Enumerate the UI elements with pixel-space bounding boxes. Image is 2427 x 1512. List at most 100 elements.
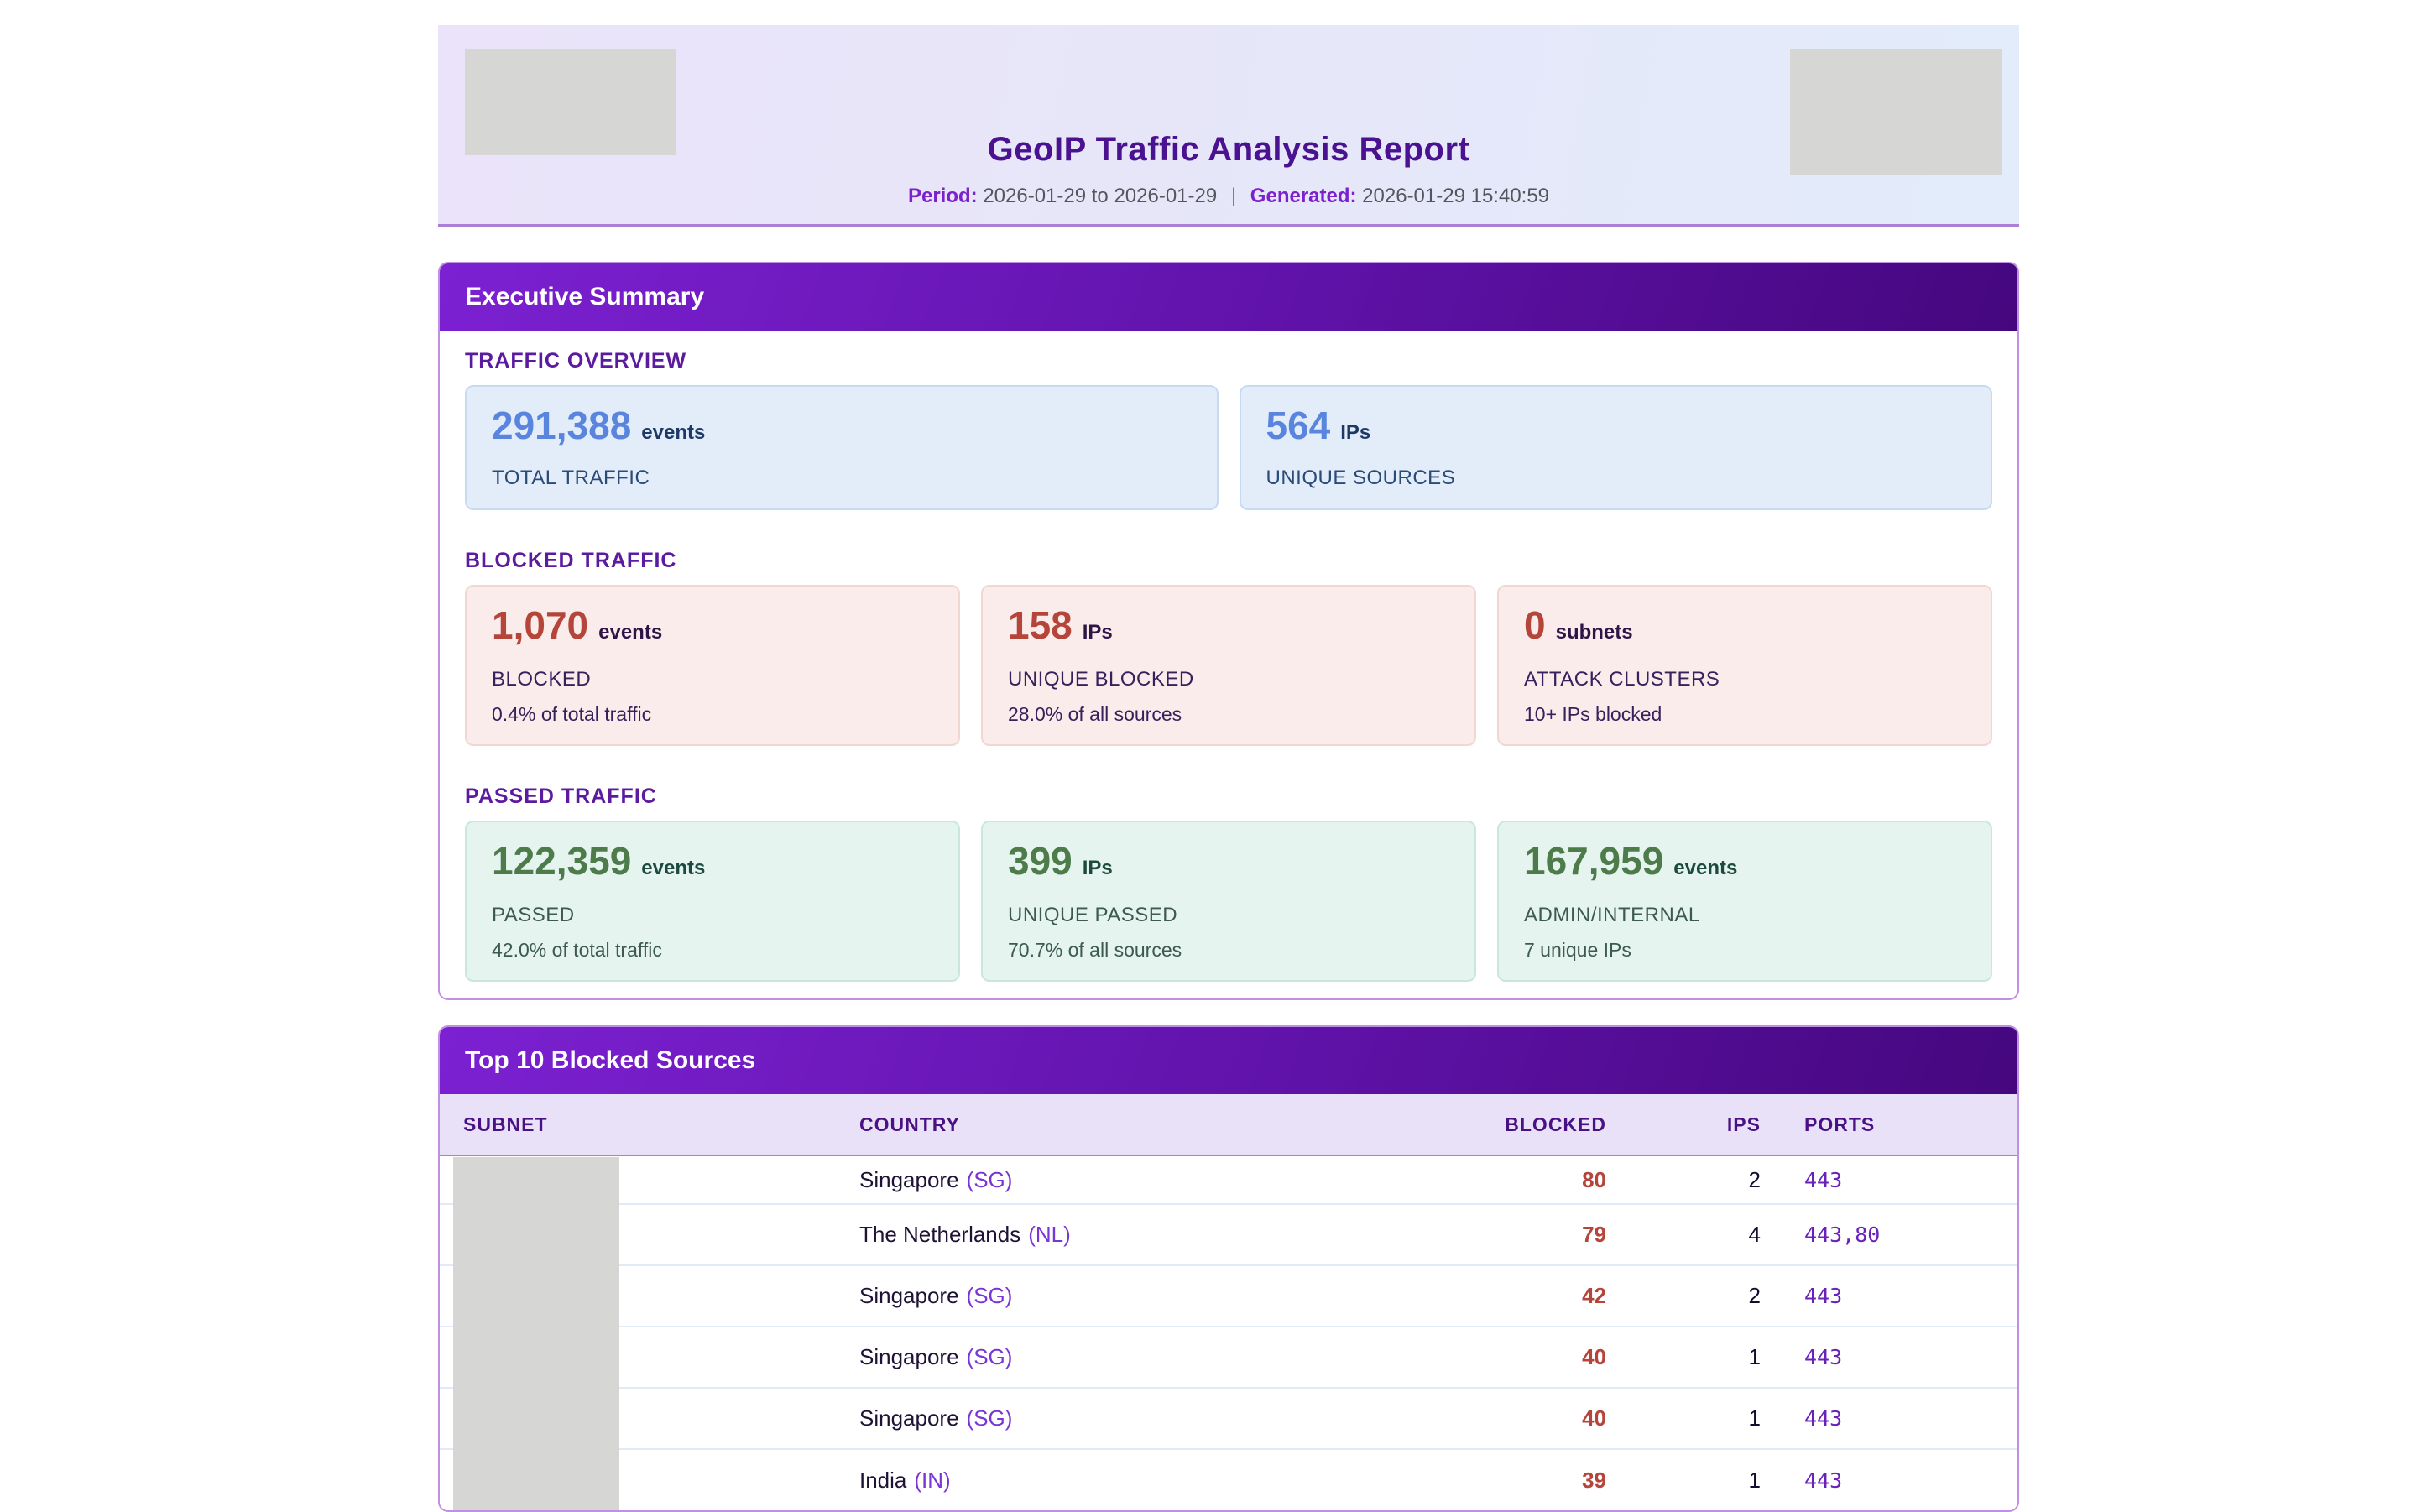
- stat-unit: events: [641, 413, 705, 453]
- logo-placeholder-left: [465, 49, 676, 155]
- passed-traffic-label: PASSED TRAFFIC: [465, 786, 1992, 807]
- cell-ports: 443: [1761, 1265, 2019, 1327]
- country-name: Singapore: [859, 1283, 959, 1308]
- stat-sub: 7 unique IPs: [1524, 939, 1965, 962]
- country-code: (SG): [967, 1344, 1013, 1369]
- traffic-overview-cards: 291,388 events TOTAL TRAFFIC 564 IPs UNI…: [465, 385, 1992, 510]
- stat-card-attack-clusters: 0 subnets ATTACK CLUSTERS 10+ IPs blocke…: [1497, 585, 1992, 746]
- stat-unit: events: [1673, 848, 1737, 889]
- cell-blocked: 40: [1447, 1327, 1606, 1388]
- column-header-ips: IPS: [1606, 1094, 1761, 1155]
- stat-card-passed: 122,359 events PASSED 42.0% of total tra…: [465, 821, 960, 982]
- blocked-sources-table: SUBNET COUNTRY BLOCKED IPS PORTS Singapo…: [440, 1094, 2019, 1510]
- country-name: India: [859, 1468, 906, 1493]
- country-code: (IN): [914, 1468, 950, 1493]
- cell-blocked: 80: [1447, 1155, 1606, 1204]
- cell-country: Singapore (SG): [859, 1327, 1447, 1388]
- cell-country: Singapore (SG): [859, 1265, 1447, 1327]
- report-meta: Period: 2026-01-29 to 2026-01-29 | Gener…: [438, 185, 2019, 208]
- stat-value: 291,388: [492, 405, 631, 446]
- stat-label: ADMIN/INTERNAL: [1524, 904, 1965, 927]
- country-name: The Netherlands: [859, 1222, 1020, 1247]
- blocked-traffic-label: BLOCKED TRAFFIC: [465, 550, 1992, 571]
- table-header-row: SUBNET COUNTRY BLOCKED IPS PORTS: [440, 1094, 2019, 1155]
- table-row: Singapore (SG) 42 2 443: [440, 1265, 2019, 1327]
- column-header-country: COUNTRY: [859, 1094, 1447, 1155]
- cell-blocked: 79: [1447, 1204, 1606, 1265]
- blocked-traffic-cards: 1,070 events BLOCKED 0.4% of total traff…: [465, 585, 1992, 746]
- cell-blocked: 40: [1447, 1388, 1606, 1449]
- stat-card-blocked: 1,070 events BLOCKED 0.4% of total traff…: [465, 585, 960, 746]
- country-code: (SG): [967, 1283, 1013, 1308]
- blocked-sources-title: Top 10 Blocked Sources: [440, 1027, 2017, 1094]
- stat-label: PASSED: [492, 904, 933, 927]
- column-header-subnet: SUBNET: [440, 1094, 859, 1155]
- logo-placeholder-right: [1790, 49, 2002, 175]
- cell-ips: 2: [1606, 1155, 1761, 1204]
- generated-label: Generated:: [1250, 185, 1357, 207]
- stat-value: 167,959: [1524, 841, 1663, 881]
- stat-unit: IPs: [1083, 848, 1113, 889]
- cell-ips: 1: [1606, 1388, 1761, 1449]
- table-row: Singapore (SG) 40 1 443: [440, 1388, 2019, 1449]
- stat-value: 122,359: [492, 841, 631, 881]
- cell-ports: 443: [1761, 1155, 2019, 1204]
- passed-traffic-cards: 122,359 events PASSED 42.0% of total tra…: [465, 821, 1992, 982]
- stat-card-unique-blocked: 158 IPs UNIQUE BLOCKED 28.0% of all sour…: [981, 585, 1476, 746]
- stat-value: 564: [1266, 405, 1331, 446]
- stat-value: 0: [1524, 605, 1546, 645]
- cell-ips: 1: [1606, 1327, 1761, 1388]
- page-header: GeoIP Traffic Analysis Report Period: 20…: [438, 25, 2019, 227]
- stat-sub: 10+ IPs blocked: [1524, 703, 1965, 726]
- country-code: (SG): [967, 1405, 1013, 1431]
- stat-label: UNIQUE PASSED: [1008, 904, 1449, 927]
- cell-blocked: 42: [1447, 1265, 1606, 1327]
- stat-sub: 70.7% of all sources: [1008, 939, 1449, 962]
- cell-ips: 1: [1606, 1449, 1761, 1510]
- stat-unit: events: [598, 613, 662, 653]
- cell-country: Singapore (SG): [859, 1155, 1447, 1204]
- stat-unit: subnets: [1556, 613, 1633, 653]
- cell-blocked: 39: [1447, 1449, 1606, 1510]
- generated-value: 2026-01-29 15:40:59: [1362, 185, 1549, 207]
- table-row: Singapore (SG) 40 1 443: [440, 1327, 2019, 1388]
- executive-summary-body: TRAFFIC OVERVIEW 291,388 events TOTAL TR…: [440, 351, 2017, 998]
- stat-label: TOTAL TRAFFIC: [492, 467, 1192, 490]
- cell-country: Singapore (SG): [859, 1388, 1447, 1449]
- country-code: (SG): [967, 1167, 1013, 1192]
- executive-summary-panel: Executive Summary TRAFFIC OVERVIEW 291,3…: [438, 262, 2019, 1000]
- column-header-blocked: BLOCKED: [1447, 1094, 1606, 1155]
- country-name: Singapore: [859, 1344, 959, 1369]
- stat-label: UNIQUE BLOCKED: [1008, 668, 1449, 691]
- stat-unit: events: [641, 848, 705, 889]
- cell-ips: 2: [1606, 1265, 1761, 1327]
- cell-ips: 4: [1606, 1204, 1761, 1265]
- cell-ports: 443: [1761, 1327, 2019, 1388]
- stat-card-total-traffic: 291,388 events TOTAL TRAFFIC: [465, 385, 1219, 510]
- cell-country: India (IN): [859, 1449, 1447, 1510]
- table-row: India (IN) 39 1 443: [440, 1449, 2019, 1510]
- stat-label: UNIQUE SOURCES: [1266, 467, 1966, 490]
- subnet-redaction-overlay: [453, 1157, 619, 1512]
- stat-card-unique-sources: 564 IPs UNIQUE SOURCES: [1240, 385, 1993, 510]
- stat-label: ATTACK CLUSTERS: [1524, 668, 1965, 691]
- period-value: 2026-01-29 to 2026-01-29: [983, 185, 1217, 207]
- stat-sub: 0.4% of total traffic: [492, 703, 933, 726]
- cell-ports: 443: [1761, 1388, 2019, 1449]
- cell-country: The Netherlands(NL): [859, 1204, 1447, 1265]
- cell-ports: 443,80: [1761, 1204, 2019, 1265]
- report-page: GeoIP Traffic Analysis Report Period: 20…: [438, 25, 2019, 1512]
- stat-label: BLOCKED: [492, 668, 933, 691]
- stat-sub: 42.0% of total traffic: [492, 939, 933, 962]
- country-name: Singapore: [859, 1405, 959, 1431]
- stat-unit: IPs: [1340, 413, 1370, 453]
- executive-summary-title: Executive Summary: [440, 263, 2017, 331]
- traffic-overview-label: TRAFFIC OVERVIEW: [465, 351, 1992, 372]
- country-name: Singapore: [859, 1167, 959, 1192]
- meta-separator: |: [1223, 185, 1245, 207]
- stat-card-admin-internal: 167,959 events ADMIN/INTERNAL 7 unique I…: [1497, 821, 1992, 982]
- blocked-sources-panel: Top 10 Blocked Sources SUBNET COUNTRY BL…: [438, 1025, 2019, 1512]
- column-header-ports: PORTS: [1761, 1094, 2019, 1155]
- stat-sub: 28.0% of all sources: [1008, 703, 1449, 726]
- cell-ports: 443: [1761, 1449, 2019, 1510]
